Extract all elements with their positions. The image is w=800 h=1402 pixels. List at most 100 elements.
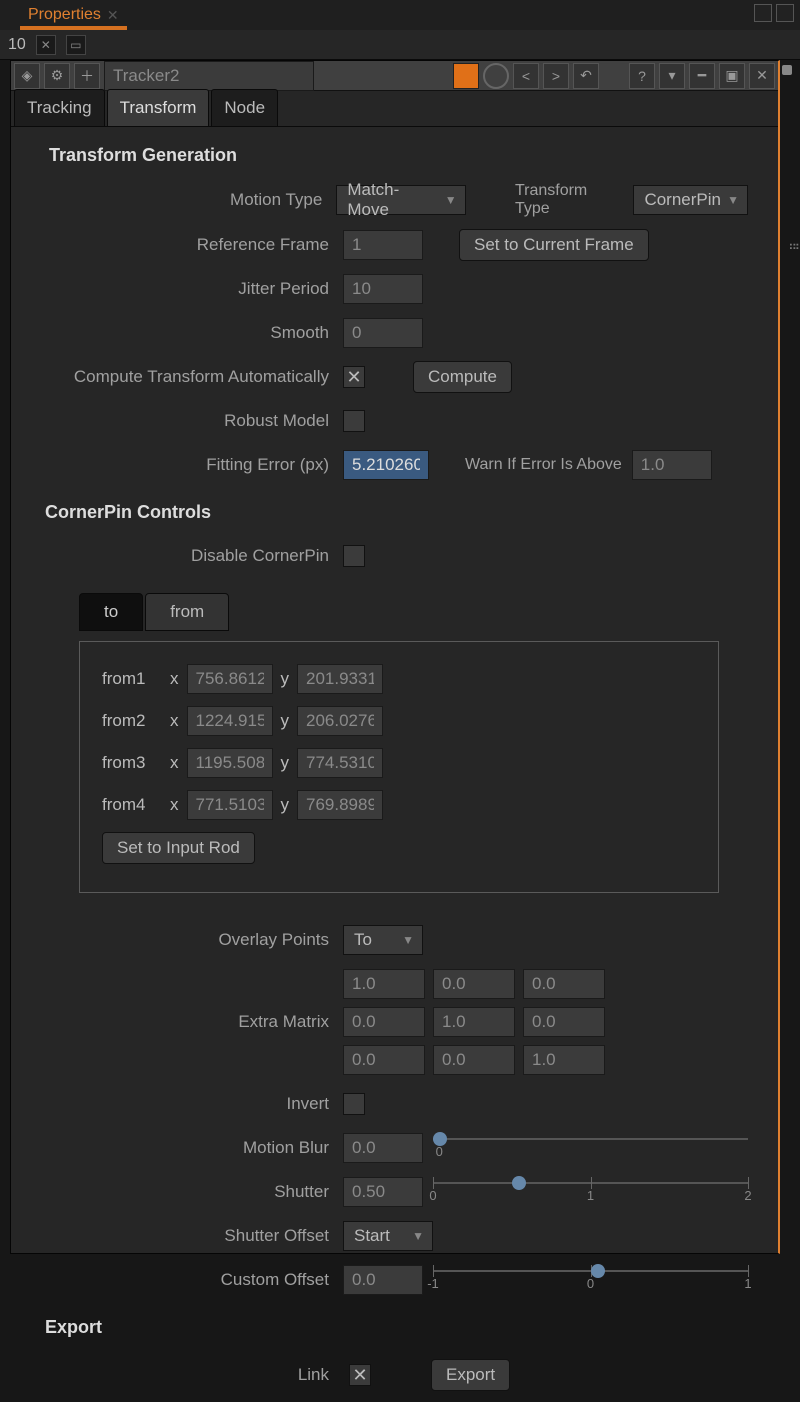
matrix-0-1[interactable]	[433, 969, 515, 999]
float-icon[interactable]: ▣	[719, 63, 745, 89]
motion-type-label: Motion Type	[49, 190, 326, 210]
redo-icon[interactable]: >	[543, 63, 569, 89]
restore-icon[interactable]: ↶	[573, 63, 599, 89]
custom-offset-input[interactable]	[343, 1265, 423, 1295]
close-window-icon[interactable]	[776, 4, 794, 22]
invert-checkbox[interactable]	[343, 1093, 365, 1115]
reference-frame-input[interactable]	[343, 230, 423, 260]
close-icon[interactable]: ✕	[107, 7, 119, 24]
transform-type-dropdown[interactable]: CornerPin	[633, 185, 748, 215]
warn-input[interactable]	[632, 450, 712, 480]
smooth-input[interactable]	[343, 318, 423, 348]
properties-toolbar: 10 ✕ ▭	[0, 30, 800, 60]
tab-tracking[interactable]: Tracking	[14, 89, 105, 126]
compute-auto-checkbox[interactable]: ✕	[343, 366, 365, 388]
from4-x-input[interactable]	[187, 790, 273, 820]
section-cornerpin: CornerPin Controls	[45, 502, 748, 523]
from1-y-input[interactable]	[297, 664, 383, 694]
undo-icon[interactable]: <	[513, 63, 539, 89]
overlay-points-dropdown[interactable]: To	[343, 925, 423, 955]
close-panel-icon[interactable]: ✕	[749, 63, 775, 89]
node-panel: ◈ ⚙ ＋ < > ↶ ? ▾ ━ ▣ ✕ Tracking Transform…	[10, 60, 780, 1254]
invert-label: Invert	[49, 1094, 333, 1114]
matrix-2-2[interactable]	[523, 1045, 605, 1075]
link-checkbox[interactable]: ✕	[349, 1364, 371, 1386]
from4-label: from4	[102, 795, 162, 815]
smooth-label: Smooth	[49, 323, 333, 343]
properties-tab-label: Properties	[28, 6, 101, 24]
properties-tabbar: Properties ✕	[0, 0, 800, 30]
matrix-0-0[interactable]	[343, 969, 425, 999]
from1-label: from1	[102, 669, 162, 689]
compute-button[interactable]: Compute	[413, 361, 512, 393]
custom-offset-label: Custom Offset	[49, 1270, 333, 1290]
matrix-1-0[interactable]	[343, 1007, 425, 1037]
matrix-1-1[interactable]	[433, 1007, 515, 1037]
sidebar-drag-icon[interactable]: ⠿	[786, 242, 800, 253]
matrix-2-0[interactable]	[343, 1045, 425, 1075]
tab-node[interactable]: Node	[211, 89, 278, 126]
section-transform-generation: Transform Generation	[49, 145, 748, 166]
from2-label: from2	[102, 711, 162, 731]
disable-cornerpin-checkbox[interactable]	[343, 545, 365, 567]
shutter-offset-dropdown[interactable]: Start	[343, 1221, 433, 1251]
gear-icon[interactable]: ⚙	[44, 63, 70, 89]
center-icon[interactable]: ◈	[14, 63, 40, 89]
minimize-window-icon[interactable]	[754, 4, 772, 22]
motion-type-dropdown[interactable]: Match-Move	[336, 185, 465, 215]
overlay-color-icon[interactable]	[483, 63, 509, 89]
to-tab[interactable]: to	[79, 593, 143, 631]
properties-tab[interactable]: Properties ✕	[20, 0, 127, 30]
from4-y-input[interactable]	[297, 790, 383, 820]
minimize-icon[interactable]: ━	[689, 63, 715, 89]
node-header: ◈ ⚙ ＋ < > ↶ ? ▾ ━ ▣ ✕	[11, 61, 778, 91]
motion-blur-label: Motion Blur	[49, 1138, 333, 1158]
from1-x-input[interactable]	[187, 664, 273, 694]
matrix-1-2[interactable]	[523, 1007, 605, 1037]
help-icon[interactable]: ?	[629, 63, 655, 89]
matrix-0-2[interactable]	[523, 969, 605, 999]
from-tab[interactable]: from	[145, 593, 229, 631]
panel-count: 10	[8, 36, 26, 54]
fitting-error-label: Fitting Error (px)	[49, 455, 333, 475]
tab-transform[interactable]: Transform	[107, 89, 210, 126]
robust-model-label: Robust Model	[49, 411, 333, 431]
motion-blur-input[interactable]	[343, 1133, 423, 1163]
shutter-slider[interactable]: 0 1 2	[433, 1176, 748, 1208]
reference-frame-label: Reference Frame	[49, 235, 333, 255]
set-to-input-rod-button[interactable]: Set to Input Rod	[102, 832, 255, 864]
node-name-input[interactable]	[104, 61, 314, 91]
from2-row: from2 x y	[102, 706, 696, 736]
color-swatch[interactable]	[453, 63, 479, 89]
link-label: Link	[49, 1365, 333, 1385]
export-button[interactable]: Export	[431, 1359, 510, 1391]
robust-model-checkbox[interactable]	[343, 410, 365, 432]
from1-row: from1 x y	[102, 664, 696, 694]
shutter-input[interactable]	[343, 1177, 423, 1207]
from2-y-input[interactable]	[297, 706, 383, 736]
set-current-frame-button[interactable]: Set to Current Frame	[459, 229, 649, 261]
custom-offset-slider[interactable]: -1 0 1	[433, 1264, 748, 1296]
from3-label: from3	[102, 753, 162, 773]
clear-panels-icon[interactable]: ✕	[36, 35, 56, 55]
motion-blur-slider[interactable]: 0	[433, 1132, 748, 1164]
matrix-2-1[interactable]	[433, 1045, 515, 1075]
disable-cornerpin-label: Disable CornerPin	[49, 546, 333, 566]
from3-y-input[interactable]	[297, 748, 383, 778]
section-export: Export	[45, 1317, 748, 1338]
shutter-label: Shutter	[49, 1182, 333, 1202]
fitting-error-input[interactable]	[343, 450, 429, 480]
from2-x-input[interactable]	[187, 706, 273, 736]
maximize-panels-icon[interactable]: ▭	[66, 35, 86, 55]
extra-matrix-label: Extra Matrix	[49, 1012, 333, 1032]
cornerpin-points-panel: from1 x y from2 x y from3 x y fr	[79, 641, 719, 893]
jitter-period-label: Jitter Period	[49, 279, 333, 299]
jitter-period-input[interactable]	[343, 274, 423, 304]
scrollbar-thumb[interactable]	[782, 65, 792, 75]
transform-type-label: Transform Type	[515, 182, 624, 218]
from3-row: from3 x y	[102, 748, 696, 778]
add-icon[interactable]: ＋	[74, 63, 100, 89]
from3-x-input[interactable]	[187, 748, 273, 778]
compute-auto-label: Compute Transform Automatically	[49, 367, 333, 387]
hide-icon[interactable]: ▾	[659, 63, 685, 89]
